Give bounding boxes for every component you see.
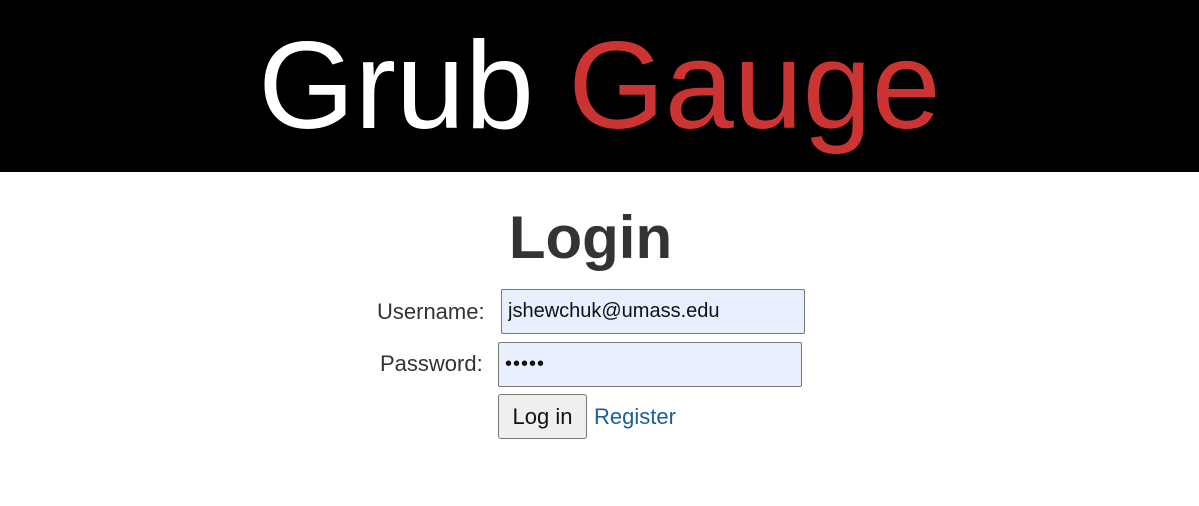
logo-word-gauge: Gauge bbox=[568, 17, 941, 155]
site-logo: Grub Gauge bbox=[0, 16, 1199, 156]
page-title: Login bbox=[508, 204, 673, 271]
username-field[interactable] bbox=[501, 289, 805, 334]
login-button[interactable]: Log in bbox=[498, 394, 587, 439]
site-header: Grub Gauge bbox=[0, 0, 1199, 172]
password-field[interactable] bbox=[498, 342, 802, 387]
logo-word-grub: Grub bbox=[258, 17, 534, 155]
username-label: Username: bbox=[377, 299, 485, 324]
password-label: Password: bbox=[380, 351, 483, 376]
register-link[interactable]: Register bbox=[594, 404, 676, 430]
